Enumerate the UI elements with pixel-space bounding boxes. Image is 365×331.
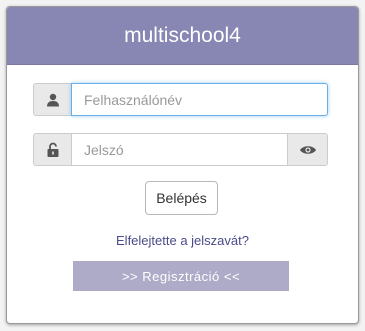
login-header: multischool4 bbox=[7, 7, 358, 65]
login-button[interactable]: Belépés bbox=[145, 181, 218, 215]
username-group bbox=[33, 83, 328, 116]
register-button[interactable]: >> Regisztráció << bbox=[73, 261, 289, 291]
app-title: multischool4 bbox=[124, 23, 241, 47]
eye-icon[interactable] bbox=[288, 133, 328, 166]
forgot-password-link[interactable]: Elfelejtette a jelszavát? bbox=[7, 233, 358, 248]
password-group bbox=[33, 133, 328, 166]
user-icon bbox=[33, 83, 71, 116]
login-card: multischool4 Belépés El bbox=[6, 6, 359, 324]
unlock-icon bbox=[33, 133, 71, 166]
password-input[interactable] bbox=[71, 133, 288, 166]
username-input[interactable] bbox=[71, 83, 328, 116]
